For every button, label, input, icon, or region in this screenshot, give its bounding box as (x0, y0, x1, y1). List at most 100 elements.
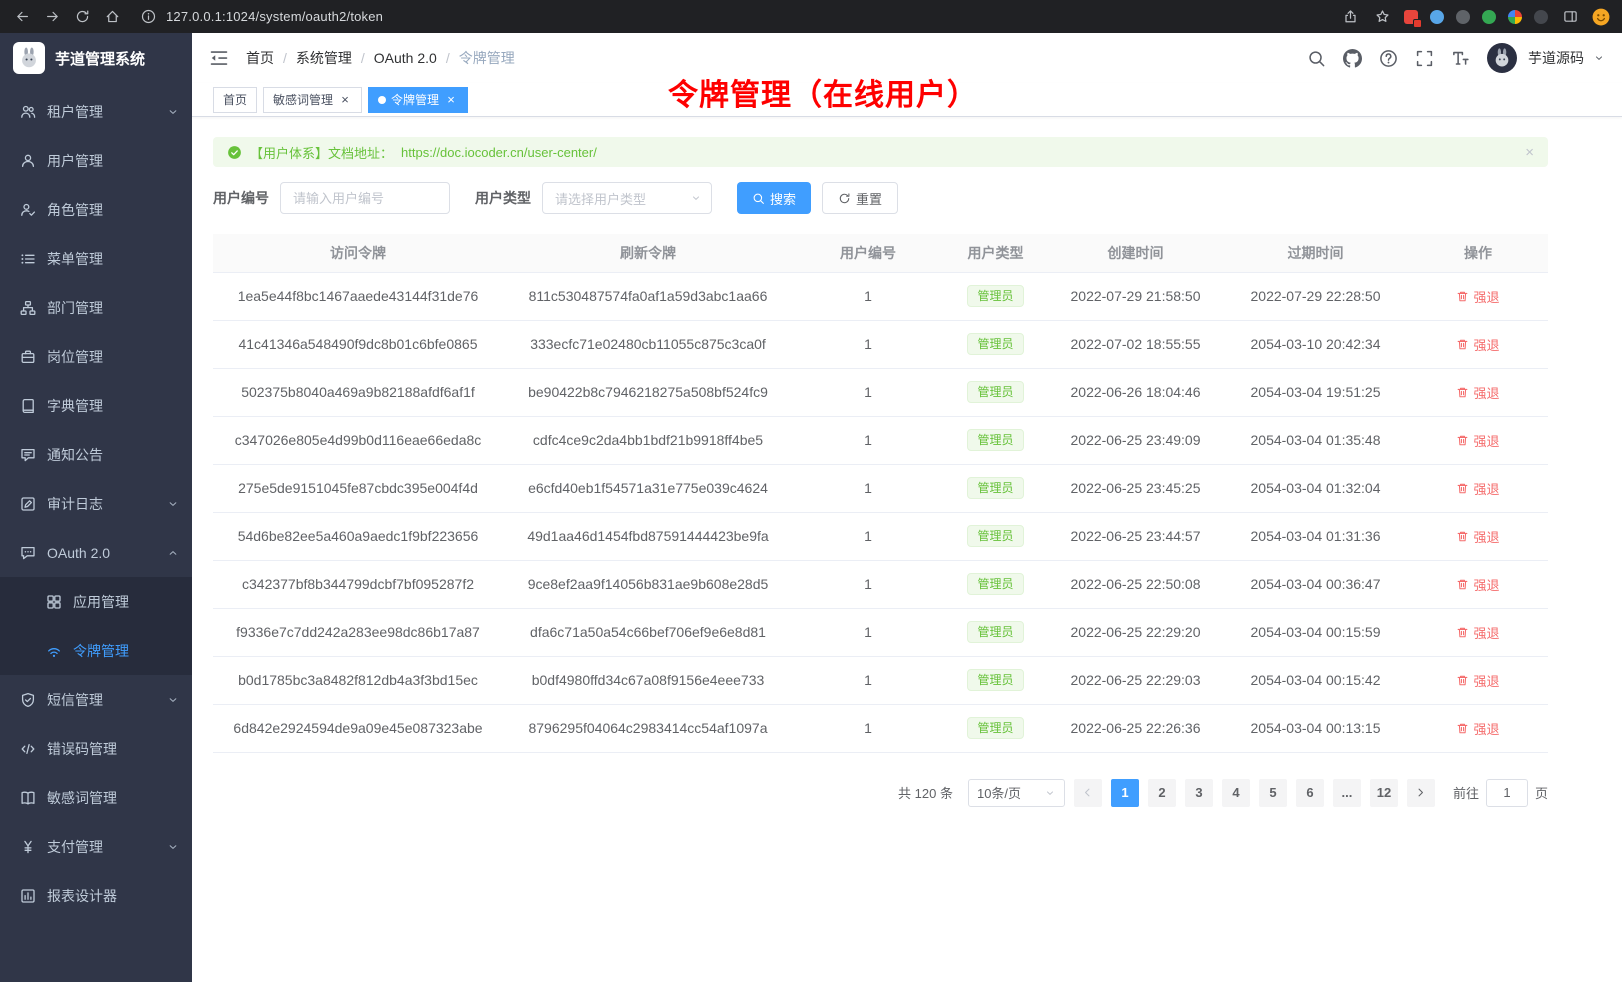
bookmark-star-icon[interactable] (1372, 7, 1392, 27)
sidebar-item-audit-log[interactable]: 审计日志 (0, 479, 192, 528)
browser-back-icon[interactable] (12, 7, 32, 27)
font-size-icon[interactable] (1451, 49, 1470, 68)
user-type-tag: 管理员 (967, 429, 1023, 451)
sidebar-item-sms[interactable]: 短信管理 (0, 675, 192, 724)
goto-page-input[interactable] (1486, 779, 1528, 807)
force-logout-button[interactable]: 强退 (1456, 383, 1499, 402)
page-button-12[interactable]: 12 (1370, 779, 1398, 807)
close-tab-icon[interactable]: × (338, 93, 352, 107)
user-type-tag: 管理员 (967, 381, 1023, 403)
sidebar-item-role[interactable]: 角色管理 (0, 185, 192, 234)
tab-token[interactable]: 令牌管理× (368, 87, 468, 113)
tab-home[interactable]: 首页 (213, 87, 257, 113)
sidebar-item-oauth2-app[interactable]: 应用管理 (0, 577, 192, 626)
tab-sensitive-word[interactable]: 敏感词管理× (263, 87, 362, 113)
sidebar-item-post[interactable]: 岗位管理 (0, 332, 192, 381)
browser-address-bar[interactable]: 127.0.0.1:1024/system/oauth2/token (132, 7, 1330, 27)
sidebar-item-oauth2-token[interactable]: 令牌管理 (0, 626, 192, 675)
sidebar-item-dept[interactable]: 部门管理 (0, 283, 192, 332)
page-ellipsis[interactable]: ... (1333, 779, 1361, 807)
search-icon[interactable] (1307, 49, 1326, 68)
force-logout-label: 强退 (1473, 383, 1499, 402)
sidebar-item-oauth2[interactable]: OAuth 2.0 (0, 528, 192, 577)
notice-icon (20, 447, 36, 463)
action-cell: 强退 (1408, 320, 1548, 368)
breadcrumb: 首页/系统管理/OAuth 2.0/令牌管理 (246, 48, 515, 68)
sidebar-item-tenant[interactable]: 租户管理 (0, 87, 192, 136)
sidebar-item-sensitive-word[interactable]: 敏感词管理 (0, 773, 192, 822)
next-page-button[interactable] (1407, 779, 1435, 807)
fullscreen-icon[interactable] (1415, 49, 1434, 68)
browser-forward-icon[interactable] (42, 7, 62, 27)
prev-page-button[interactable] (1074, 779, 1102, 807)
refresh-token-cell: cdfc4ce9c2da4bb1bdf21b9918ff4be5 (503, 416, 793, 464)
extension-dark2-icon[interactable] (1534, 10, 1548, 24)
user-id-cell: 1 (793, 656, 943, 704)
table-body: 1ea5e44f8bc1467aaede43144f31de76811c5304… (213, 272, 1548, 752)
force-logout-button[interactable]: 强退 (1456, 479, 1499, 498)
force-logout-button[interactable]: 强退 (1456, 623, 1499, 642)
page-list: 123456...12 (1111, 779, 1398, 807)
search-button[interactable]: 搜索 (737, 182, 811, 214)
refresh-token-cell: 811c530487574fa0af1a59d3abc1aa66 (503, 272, 793, 320)
breadcrumb-item[interactable]: 系统管理 (296, 48, 352, 68)
user-id-input[interactable] (280, 182, 450, 214)
user-menu-caret-icon[interactable] (1593, 52, 1605, 64)
breadcrumb-item[interactable]: OAuth 2.0 (374, 50, 437, 66)
sidebar-item-menu[interactable]: 菜单管理 (0, 234, 192, 283)
sidebar-item-user[interactable]: 用户管理 (0, 136, 192, 185)
sidebar-item-label: 岗位管理 (47, 347, 103, 367)
side-panel-icon[interactable] (1560, 7, 1580, 27)
force-logout-button[interactable]: 强退 (1456, 671, 1499, 690)
reset-button[interactable]: 重置 (822, 182, 898, 214)
token-table: 访问令牌刷新令牌用户编号用户类型创建时间过期时间操作 1ea5e44f8bc14… (213, 234, 1548, 753)
action-cell: 强退 (1408, 560, 1548, 608)
page-button-1[interactable]: 1 (1111, 779, 1139, 807)
page-button-2[interactable]: 2 (1148, 779, 1176, 807)
browser-profile-avatar[interactable] (1592, 8, 1610, 26)
doc-link[interactable]: https://doc.iocoder.cn/user-center/ (401, 145, 597, 160)
force-logout-button[interactable]: 强退 (1456, 527, 1499, 546)
page-size-select[interactable]: 10条/页 (968, 779, 1065, 807)
sidebar-item-pay[interactable]: 支付管理 (0, 822, 192, 871)
user-type-cell: 管理员 (943, 416, 1048, 464)
page-button-4[interactable]: 4 (1222, 779, 1250, 807)
alert-close-icon[interactable]: × (1525, 144, 1534, 161)
breadcrumb-item[interactable]: 首页 (246, 48, 274, 68)
table-row: 6d842e2924594de9a09e45e087323abe8796295f… (213, 704, 1548, 752)
extension-red-icon[interactable] (1404, 10, 1418, 24)
sidebar-item-dict[interactable]: 字典管理 (0, 381, 192, 430)
sidebar-item-error-code[interactable]: 错误码管理 (0, 724, 192, 773)
user-type-tag: 管理员 (967, 669, 1023, 691)
extension-blue-icon[interactable] (1430, 10, 1444, 24)
sidebar-item-notice[interactable]: 通知公告 (0, 430, 192, 479)
app-logo[interactable]: 芋道管理系统 (0, 33, 192, 83)
browser-reload-icon[interactable] (72, 7, 92, 27)
page-button-5[interactable]: 5 (1259, 779, 1287, 807)
user-avatar[interactable] (1487, 43, 1517, 73)
force-logout-button[interactable]: 强退 (1456, 335, 1499, 354)
browser-home-icon[interactable] (102, 7, 122, 27)
extension-green-icon[interactable] (1482, 10, 1496, 24)
page-button-3[interactable]: 3 (1185, 779, 1213, 807)
user-id-cell: 1 (793, 320, 943, 368)
share-icon[interactable] (1340, 7, 1360, 27)
sidebar-item-report[interactable]: 报表设计器 (0, 871, 192, 920)
force-logout-label: 强退 (1473, 671, 1499, 690)
force-logout-button[interactable]: 强退 (1456, 719, 1499, 738)
force-logout-button[interactable]: 强退 (1456, 431, 1499, 450)
extension-dark-icon[interactable] (1456, 10, 1470, 24)
user-type-select[interactable]: 请选择用户类型 (542, 182, 712, 214)
github-icon[interactable] (1343, 49, 1362, 68)
sidebar-toggle-icon[interactable] (209, 48, 229, 68)
extensions-puzzle-icon[interactable] (1508, 10, 1522, 24)
help-icon[interactable] (1379, 49, 1398, 68)
force-logout-button[interactable]: 强退 (1456, 575, 1499, 594)
page-button-6[interactable]: 6 (1296, 779, 1324, 807)
close-tab-icon[interactable]: × (444, 93, 458, 107)
site-info-icon[interactable] (138, 7, 158, 27)
user-id-cell: 1 (793, 272, 943, 320)
user-name[interactable]: 芋道源码 (1528, 48, 1584, 68)
force-logout-button[interactable]: 强退 (1456, 287, 1499, 306)
breadcrumb-item: 令牌管理 (459, 48, 515, 68)
